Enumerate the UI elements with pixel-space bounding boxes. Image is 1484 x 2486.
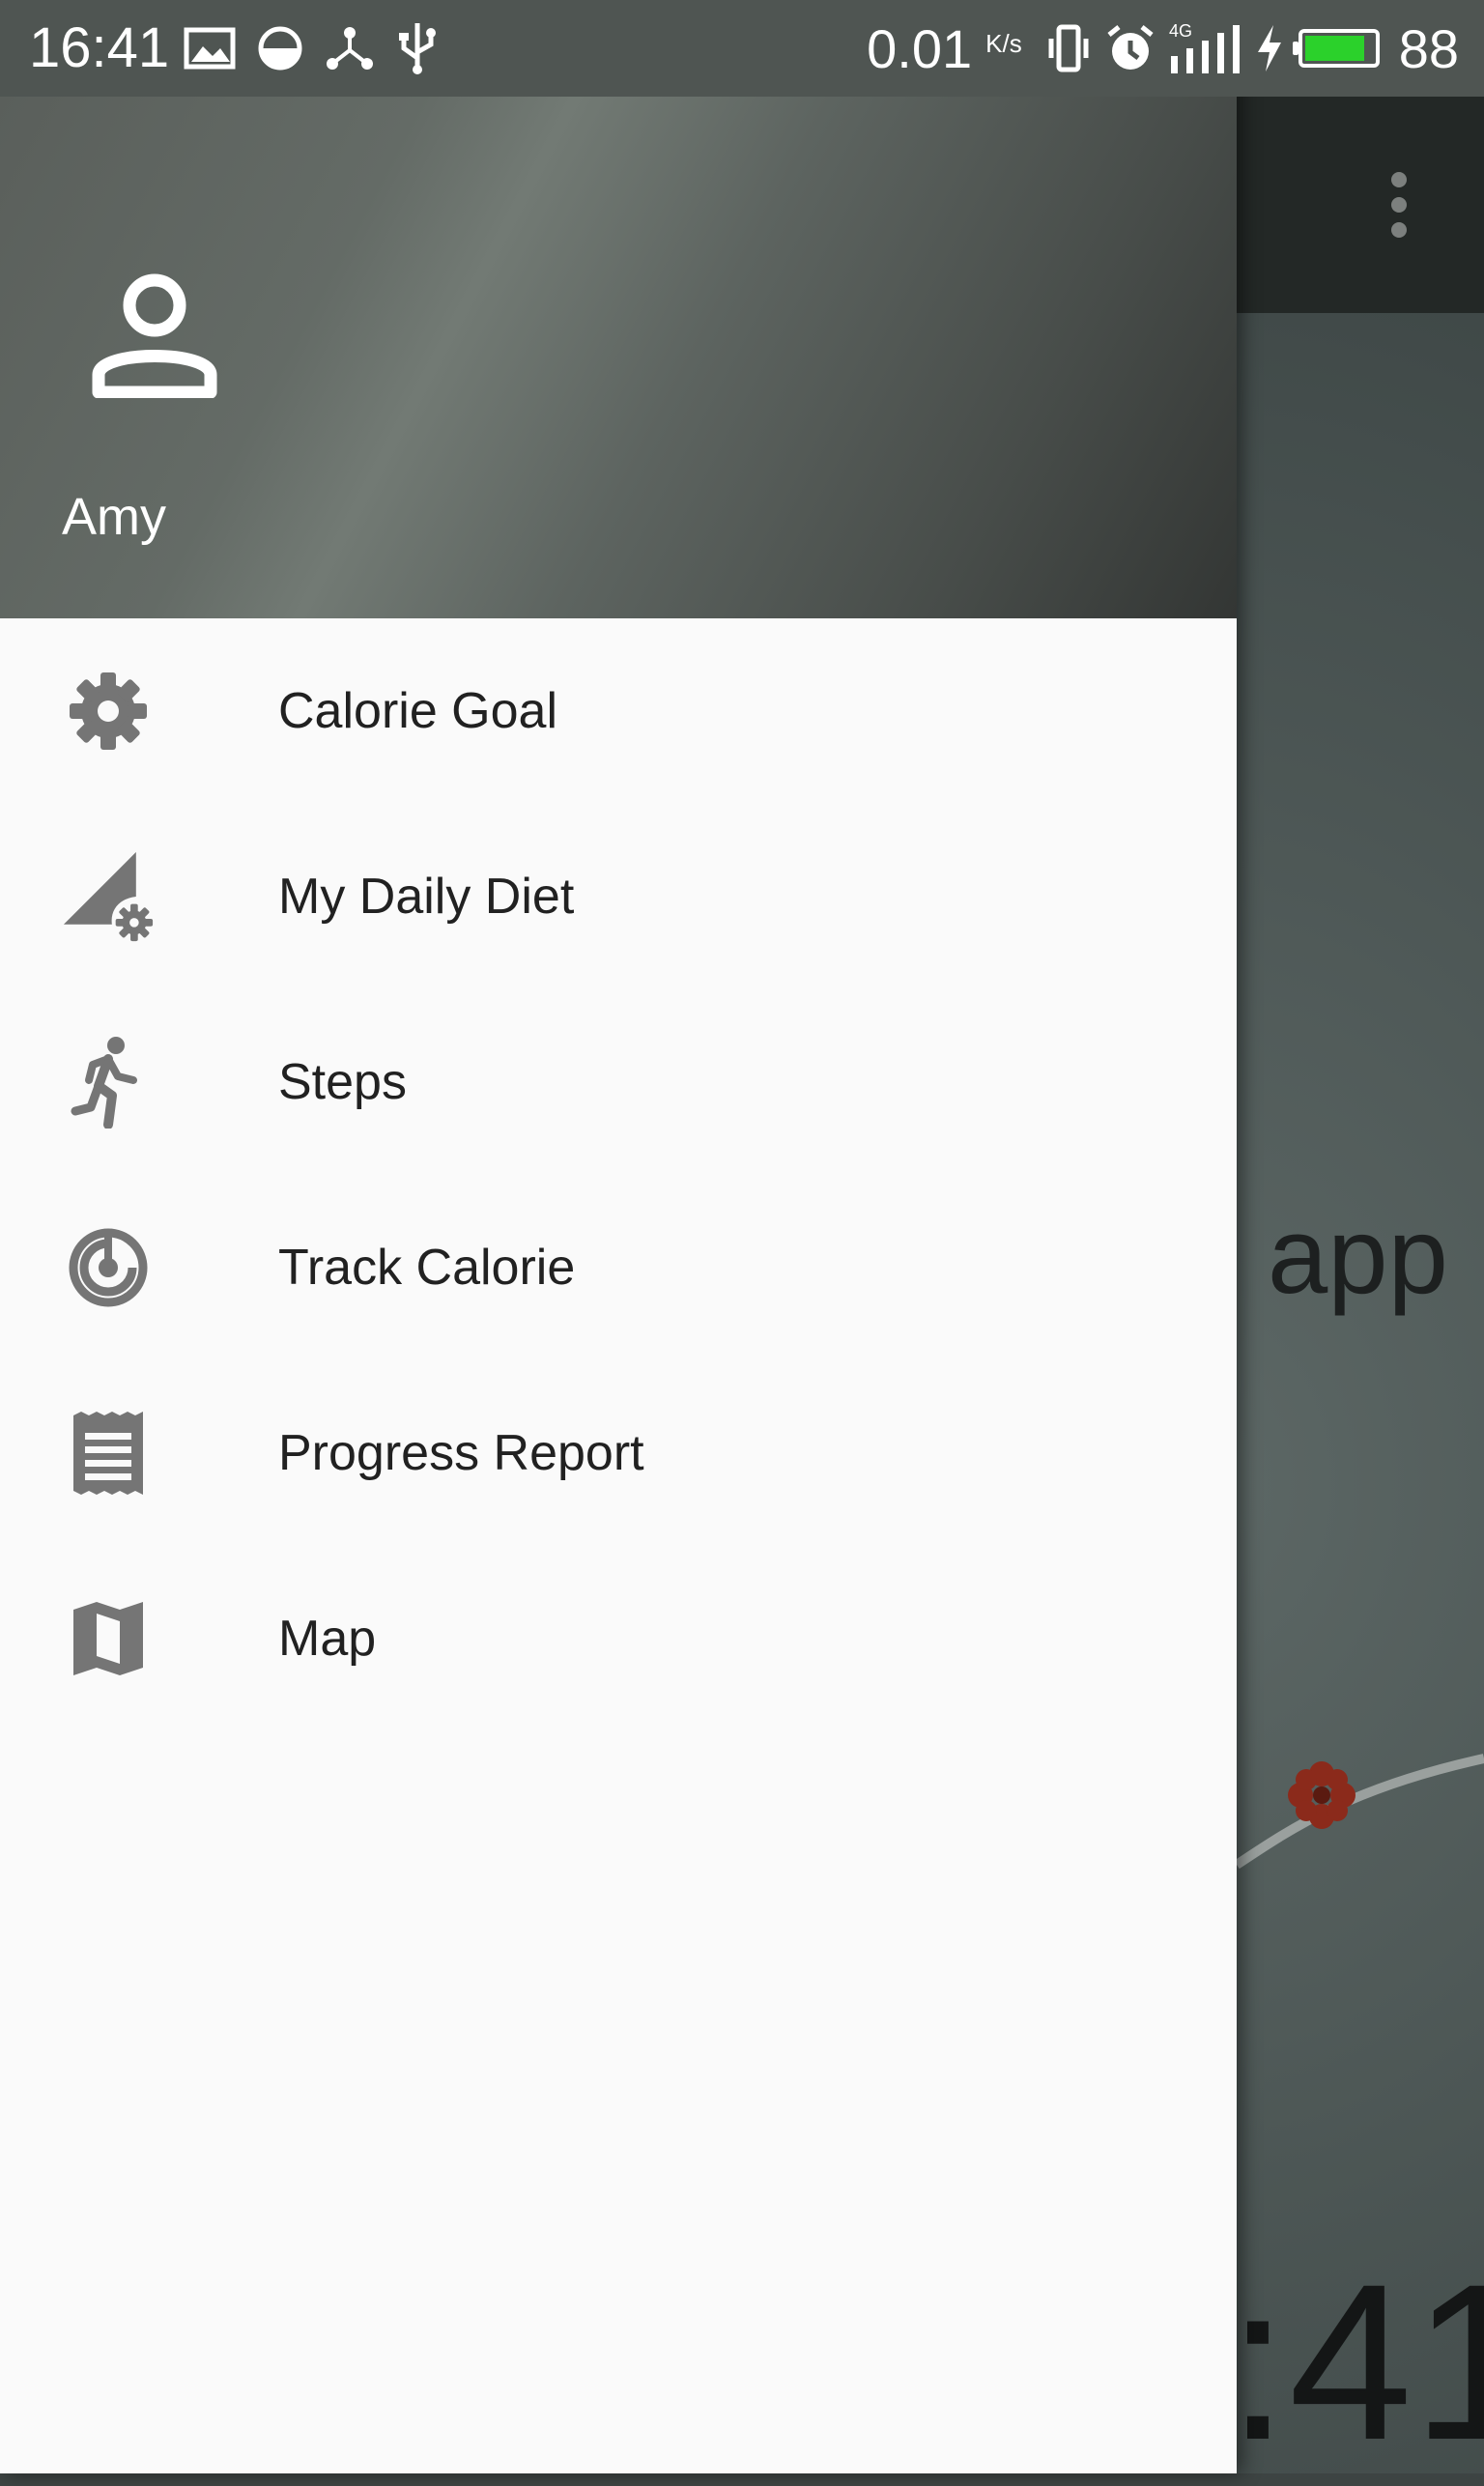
vibrate-icon: [1048, 24, 1089, 72]
drawer-item-label: Calorie Goal: [278, 683, 558, 739]
target-icon: [62, 1221, 155, 1314]
net-speed: 0.01: [867, 17, 973, 79]
drawer-item-label: My Daily Diet: [278, 869, 575, 925]
drawer-item-label: Track Calorie: [278, 1240, 576, 1296]
net-speed-unit: K/s: [985, 28, 1022, 58]
drawer-header: Amy: [0, 97, 1237, 618]
background-flower-decoration: [1288, 1761, 1356, 1829]
network-type-text: 4G: [1169, 21, 1192, 41]
drawer-item-progress-report[interactable]: Progress Report: [0, 1360, 1237, 1546]
status-bar: 16:41 0.01 K/s 4G 88: [0, 0, 1484, 97]
background-wire-decoration: [1237, 1754, 1484, 1870]
drawer-item-map[interactable]: Map: [0, 1546, 1237, 1731]
user-name: Amy: [62, 488, 166, 546]
drawer-item-label: Map: [278, 1611, 377, 1667]
person-icon[interactable]: [89, 267, 220, 398]
signal-4g-icon: 4G: [1169, 21, 1240, 73]
alarm-icon: [1107, 25, 1154, 70]
background-clock-fragment: :41: [1227, 2238, 1484, 2486]
drawer-item-steps[interactable]: Steps: [0, 989, 1237, 1175]
charging-icon: [1257, 25, 1281, 71]
status-time: 16:41: [29, 16, 170, 79]
half-circle-icon: [258, 26, 302, 71]
usb-icon: [399, 23, 436, 74]
background-title-fragment: app: [1268, 1195, 1448, 1316]
share-nodes-icon: [327, 27, 373, 70]
map-icon: [62, 1592, 155, 1685]
drawer-menu: Calorie Goal My Daily Diet Steps Track C…: [0, 618, 1237, 1731]
receipt-icon: [62, 1407, 155, 1500]
battery-fill: [1304, 36, 1365, 61]
drawer-item-label: Steps: [278, 1054, 407, 1110]
status-left-icons: [184, 19, 439, 77]
signal-settings-icon: [62, 850, 155, 943]
battery-level: 88: [1398, 17, 1459, 79]
drawer-item-calorie-goal[interactable]: Calorie Goal: [0, 618, 1237, 804]
gear-icon: [62, 665, 155, 757]
drawer-item-my-daily-diet[interactable]: My Daily Diet: [0, 804, 1237, 989]
image-icon: [184, 27, 236, 70]
navigation-drawer: Amy Calorie Goal My Daily Diet Steps Tra…: [0, 0, 1237, 2473]
running-icon: [62, 1036, 155, 1129]
drawer-item-track-calorie[interactable]: Track Calorie: [0, 1175, 1237, 1360]
status-right-icons: 0.01 K/s 4G 88: [867, 15, 1459, 81]
battery-icon: [1292, 29, 1380, 68]
drawer-item-label: Progress Report: [278, 1425, 644, 1481]
more-vert-icon[interactable]: [1372, 166, 1426, 253]
